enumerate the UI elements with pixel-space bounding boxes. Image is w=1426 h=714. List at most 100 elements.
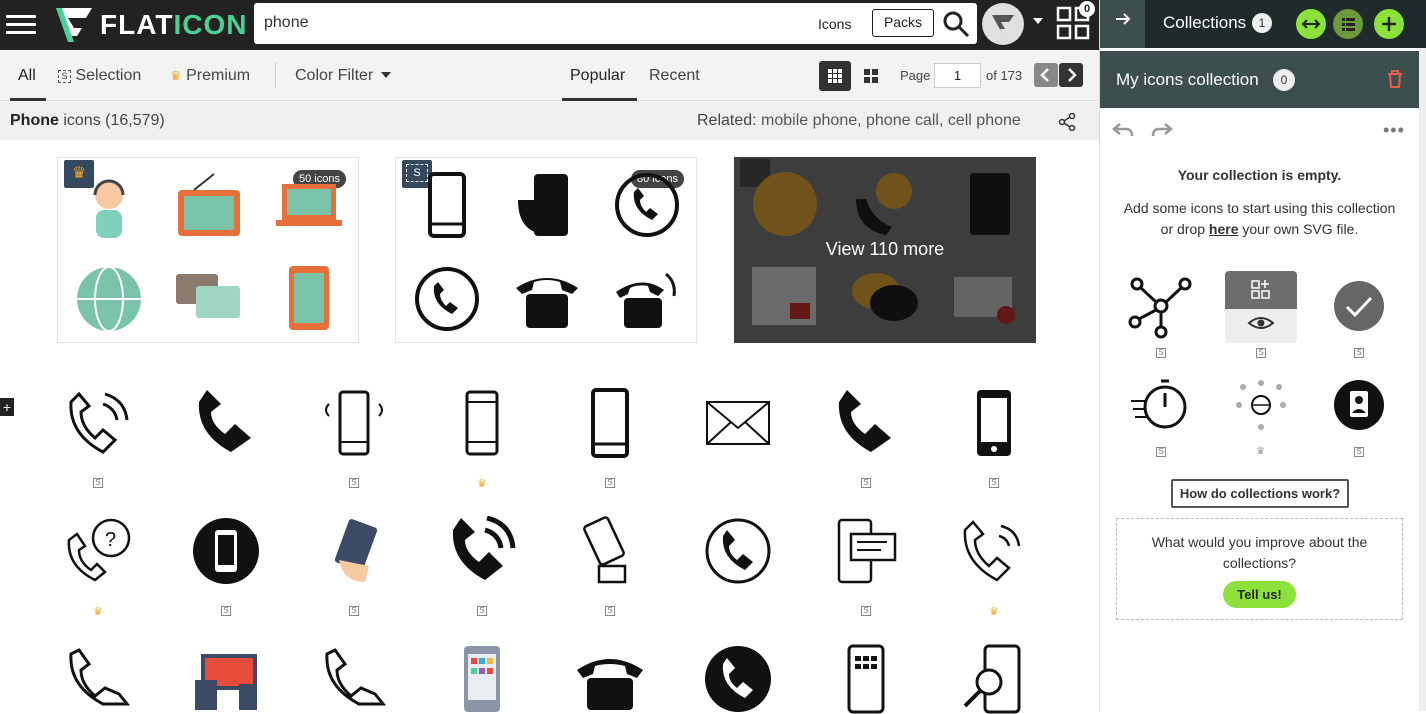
divider [275,62,276,88]
phone-chat-icon[interactable] [831,516,901,586]
sidebar-scrollbar[interactable] [1419,48,1426,711]
avatar[interactable] [982,3,1024,45]
crown-icon: ♛ [170,68,182,83]
more-options-icon[interactable]: ••• [1383,120,1405,141]
collection-name[interactable]: My icons collection [1116,70,1259,90]
crown-icon: ♛ [989,606,999,618]
phone-search-icon[interactable] [959,644,1029,714]
selection-icon: S [1156,447,1166,457]
results-title: Phone icons (16,579) [10,112,165,129]
selection-icon: S [93,478,103,488]
smartphone-icon [428,172,466,238]
results-header: Phone icons (16,579) Related: mobile pho… [0,102,1100,140]
phone-payment-icon[interactable] [575,516,645,586]
selection-icon: S [221,606,231,616]
collapse-sidebar-button[interactable] [1100,0,1145,48]
vibrating-phone-icon[interactable] [319,388,389,458]
tab-popular[interactable]: Popular [570,67,625,85]
page-input[interactable]: 1 [934,63,981,88]
phone-call-ringing-icon[interactable] [63,388,133,458]
chevron-down-icon[interactable] [1033,18,1043,24]
svg-text:?: ? [105,529,116,551]
menu-icon[interactable] [6,10,36,36]
search-icon[interactable] [942,10,970,38]
phone-circle-black-icon[interactable] [703,644,773,714]
search-type-icons[interactable]: Icons [818,16,851,32]
handset-outline-icon[interactable] [63,644,133,714]
phone-question-icon[interactable]: ? [63,516,133,586]
small-grid-icon [828,69,842,83]
phone-call-outline-icon[interactable] [959,516,1029,586]
search-input[interactable]: phone [264,14,309,32]
prev-page-button[interactable] [1034,63,1058,87]
pack-card[interactable]: ♛ 50 icons [57,157,359,343]
share-icon[interactable] [1058,113,1076,131]
laptop-icon [276,184,342,226]
phone-ring-circle-icon[interactable] [703,516,773,586]
rotary-phone-icon[interactable] [575,644,645,714]
envelope-icon[interactable] [703,388,773,458]
cell-phone-icon[interactable] [575,388,645,458]
resize-button[interactable] [1296,9,1326,39]
trash-icon[interactable] [1386,69,1404,89]
add-to-collection-overlay[interactable] [1225,271,1297,309]
expand-tab[interactable]: + [0,398,14,416]
color-filter-dropdown[interactable]: Color Filter [295,67,391,85]
support-agent-icon [93,179,125,238]
filter-selection[interactable]: S Selection [58,67,141,85]
collections-count: 1 [1252,13,1272,33]
hand-phone-icon [518,174,568,236]
view-large-grid-button[interactable] [855,61,887,91]
selection-icon: S [58,70,71,83]
phone-receiver-icon[interactable] [191,388,261,458]
phone-ringing-filled-icon[interactable] [447,516,517,586]
search-bar[interactable]: phone Icons Packs [254,3,977,44]
app-phone-icon[interactable] [447,644,517,714]
selection-icon: S [1256,348,1266,358]
tab-recent[interactable]: Recent [649,67,700,85]
redo-icon[interactable] [1151,122,1173,138]
view-more-overlay[interactable]: View 110 more [734,157,1036,343]
hand-smartphone-icon[interactable] [319,516,389,586]
active-underline [10,98,46,101]
drop-here-link[interactable]: here [1209,221,1239,237]
view-small-grid-button[interactable] [819,61,851,91]
tell-us-button[interactable]: Tell us! [1223,581,1296,608]
search-type-packs[interactable]: Packs [872,9,934,37]
smartphone-filled-icon[interactable] [959,388,1029,458]
add-collection-button[interactable] [1374,9,1404,39]
related-links[interactable]: mobile phone, phone call, cell phone [761,112,1021,129]
hovered-icon-card[interactable] [1225,271,1297,343]
pack-card-more[interactable]: View 110 more [734,157,1036,343]
list-view-button[interactable] [1333,9,1363,39]
selection-icon: S [861,478,871,488]
how-collections-work-button[interactable]: How do collections work? [1171,479,1349,508]
pack-card[interactable]: S 80 icons [395,157,697,343]
phone-circle-icon [415,267,479,331]
logo-text: FLATICON [100,9,248,40]
undo-icon[interactable] [1112,122,1134,138]
logo[interactable]: FLATICON [54,6,247,44]
crown-icon: ♛ [93,606,103,618]
phone-handset-icon[interactable] [831,388,901,458]
filter-premium[interactable]: ♛ Premium [170,67,250,85]
selection-icon: S [349,606,359,616]
ringing-telephone-icon [616,272,676,328]
responsive-devices-icon[interactable] [191,644,261,714]
radio-icon [178,173,240,236]
phone-keypad-icon[interactable] [831,644,901,714]
global-network-icon [1236,380,1286,430]
classic-handset-icon[interactable] [319,644,389,714]
eye-icon[interactable] [1225,309,1297,343]
feedback-box: What would you improve about the collect… [1116,518,1403,620]
arrow-right-icon [1115,13,1130,25]
phone-circle-filled-icon[interactable] [191,516,261,586]
mobile-phone-icon[interactable] [447,388,517,458]
next-page-button[interactable] [1059,63,1083,87]
filter-all[interactable]: All [18,67,36,85]
active-underline [562,98,637,101]
chevron-left-icon [1040,68,1049,82]
filter-bar: All S Selection ♛ Premium Color Filter P… [0,50,1100,101]
top-bar: FLATICON phone Icons Packs 0 [0,0,1100,50]
stopwatch-icon [1131,379,1187,429]
